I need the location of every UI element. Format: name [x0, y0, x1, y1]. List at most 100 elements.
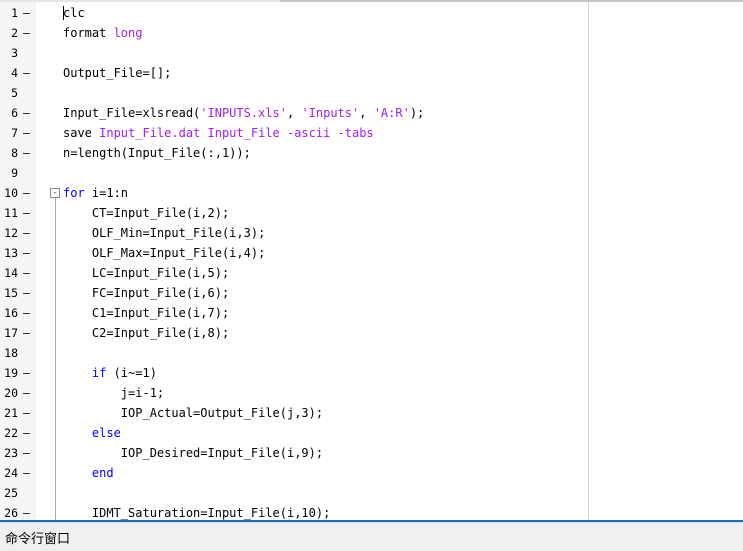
code-text[interactable]: CT=Input_File(i,2); [63, 203, 229, 223]
breakpoint-marker[interactable]: – [23, 383, 30, 403]
string-token: 'A:R' [373, 106, 410, 120]
breakpoint-marker[interactable]: – [23, 63, 30, 83]
breakpoint-marker[interactable]: – [23, 203, 30, 223]
code-line[interactable]: 6– Input_File=xlsread('INPUTS.xls', 'Inpu… [0, 103, 743, 123]
breakpoint-marker[interactable]: – [23, 243, 30, 263]
line-number: 11 [4, 206, 18, 220]
code-text[interactable]: clc [63, 3, 85, 23]
code-line[interactable]: 22– else [0, 423, 743, 443]
code-token: FC=Input_File(i,6); [63, 286, 230, 300]
code-line[interactable]: 26– IDMT_Saturation=Input_File(i,10); [0, 503, 743, 520]
line-number: 21 [4, 406, 18, 420]
breakpoint-marker[interactable]: – [23, 363, 30, 383]
code-line[interactable]: 4– Output_File=[]; [0, 63, 743, 83]
line-number: 9 [11, 166, 18, 180]
line-number: 20 [4, 386, 18, 400]
code-text[interactable]: OLF_Min=Input_File(i,3); [63, 223, 265, 243]
breakpoint-marker[interactable]: – [23, 283, 30, 303]
code-token: j=i-1; [63, 386, 165, 400]
code-text[interactable]: j=i-1; [63, 383, 164, 403]
code-text[interactable]: IDMT_Saturation=Input_File(i,10); [63, 503, 330, 520]
code-text[interactable]: FC=Input_File(i,6); [63, 283, 229, 303]
breakpoint-marker[interactable]: – [23, 443, 30, 463]
code-line[interactable]: 19– if (i~=1) [0, 363, 743, 383]
breakpoint-marker[interactable]: – [23, 3, 30, 23]
breakpoint-marker[interactable]: – [23, 143, 30, 163]
code-text[interactable]: for i=1:n [63, 183, 128, 203]
line-number: 2 [11, 26, 18, 40]
breakpoint-marker[interactable]: – [23, 503, 30, 520]
string-token: long [113, 26, 143, 40]
code-line[interactable]: 9 [0, 163, 743, 183]
line-number: 13 [4, 246, 18, 260]
code-text[interactable]: Input_File=xlsread('INPUTS.xls', 'Inputs… [63, 103, 424, 123]
code-line[interactable]: 11– CT=Input_File(i,2); [0, 203, 743, 223]
code-line[interactable]: 12– OLF_Min=Input_File(i,3); [0, 223, 743, 243]
code-token: clc [63, 6, 85, 20]
command-window-header[interactable]: 命令行窗口 [0, 522, 743, 551]
breakpoint-marker[interactable]: – [23, 23, 30, 43]
code-line[interactable]: 16– C1=Input_File(i,7); [0, 303, 743, 323]
breakpoint-marker[interactable]: – [23, 423, 30, 443]
breakpoint-marker[interactable]: – [23, 463, 30, 483]
code-text[interactable]: end [63, 463, 114, 483]
code-text[interactable]: format long [63, 23, 142, 43]
code-line[interactable]: 10– - for i=1:n [0, 183, 743, 203]
breakpoint-marker[interactable]: – [23, 403, 30, 423]
fold-toggle-icon[interactable]: - [50, 188, 60, 198]
line-number: 5 [11, 86, 18, 100]
code-token: save [63, 126, 100, 140]
code-token: , [286, 106, 302, 120]
line-number: 26 [4, 506, 18, 520]
code-text[interactable]: n=length(Input_File(:,1)); [63, 143, 251, 163]
code-line[interactable]: 14– LC=Input_File(i,5); [0, 263, 743, 283]
code-line[interactable]: 24– end [0, 463, 743, 483]
line-number: 19 [4, 366, 18, 380]
breakpoint-marker[interactable]: – [23, 223, 30, 243]
code-line[interactable]: 2– format long [0, 23, 743, 43]
code-token: format [63, 26, 114, 40]
line-number: 10 [4, 186, 18, 200]
code-text[interactable]: IOP_Desired=Input_File(i,9); [63, 443, 323, 463]
code-text[interactable]: Output_File=[]; [63, 63, 171, 83]
code-line[interactable]: 7– save Input_File.dat Input_File -ascii … [0, 123, 743, 143]
code-line[interactable]: 15– FC=Input_File(i,6); [0, 283, 743, 303]
breakpoint-marker[interactable]: – [23, 123, 30, 143]
code-token: (i~=1) [106, 366, 157, 380]
line-number: 4 [11, 66, 18, 80]
code-text[interactable]: C1=Input_File(i,7); [63, 303, 229, 323]
code-text[interactable]: IOP_Actual=Output_File(j,3); [63, 403, 323, 423]
code-text[interactable]: OLF_Max=Input_File(i,4); [63, 243, 265, 263]
line-number: 14 [4, 266, 18, 280]
breakpoint-marker[interactable]: – [23, 323, 30, 343]
code-line[interactable]: 3 [0, 43, 743, 63]
code-text[interactable]: else [63, 423, 121, 443]
code-editor[interactable]: 1– clc 2– format long 3 4– Output_File=[]; 5 6– I… [0, 2, 743, 520]
code-text[interactable]: save Input_File.dat Input_File -ascii -t… [63, 123, 374, 143]
breakpoint-marker[interactable]: – [23, 263, 30, 283]
code-text[interactable]: LC=Input_File(i,5); [63, 263, 229, 283]
text-cursor [63, 6, 64, 20]
breakpoint-marker[interactable]: – [23, 303, 30, 323]
breakpoint-marker[interactable]: – [23, 183, 30, 203]
code-line[interactable]: 18 [0, 343, 743, 363]
breakpoint-marker[interactable]: – [23, 103, 30, 123]
keyword-token: end [91, 466, 114, 480]
code-line[interactable]: 17– C2=Input_File(i,8); [0, 323, 743, 343]
code-line[interactable]: 25 [0, 483, 743, 503]
code-line[interactable]: 1– clc [0, 3, 743, 23]
code-line[interactable]: 21– IOP_Actual=Output_File(j,3); [0, 403, 743, 423]
fold-guide-line [55, 198, 56, 520]
line-number: 6 [11, 106, 18, 120]
code-line[interactable]: 13– OLF_Max=Input_File(i,4); [0, 243, 743, 263]
code-text[interactable]: if (i~=1) [63, 363, 157, 383]
code-line[interactable]: 5 [0, 83, 743, 103]
code-text[interactable]: C2=Input_File(i,8); [63, 323, 229, 343]
code-line[interactable]: 20– j=i-1; [0, 383, 743, 403]
line-number: 16 [4, 306, 18, 320]
code-line[interactable]: 23– IOP_Desired=Input_File(i,9); [0, 443, 743, 463]
code-line[interactable]: 8– n=length(Input_File(:,1)); [0, 143, 743, 163]
